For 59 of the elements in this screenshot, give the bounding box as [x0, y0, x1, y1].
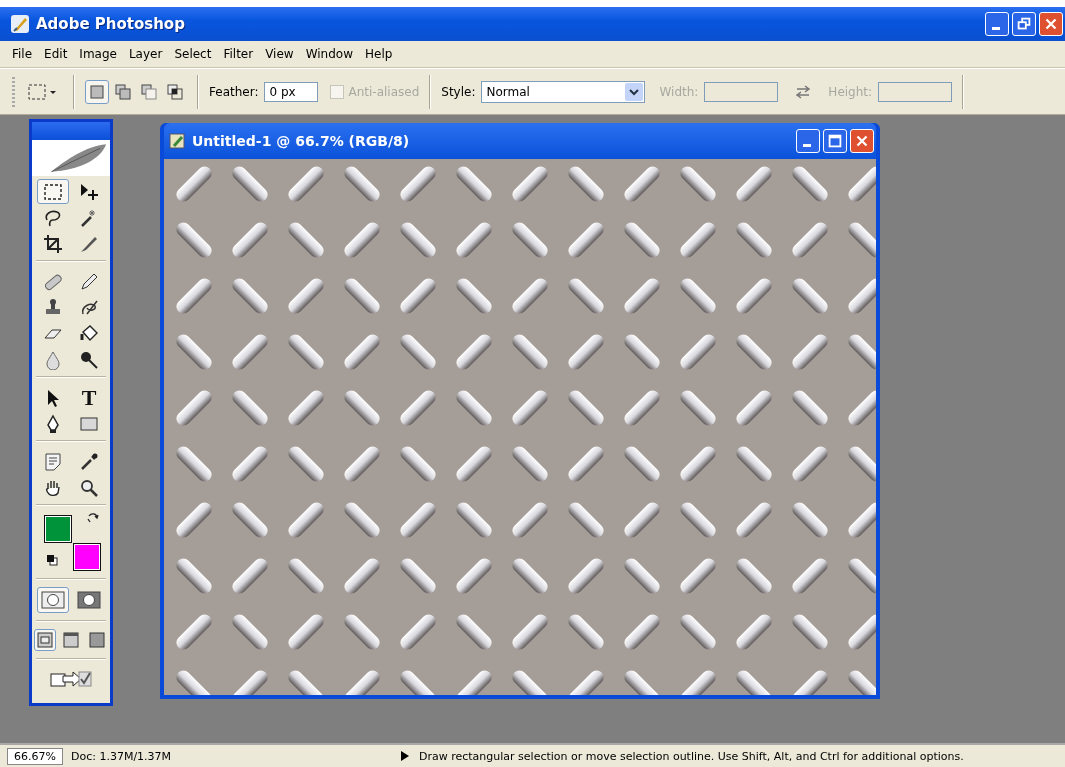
swap-arrows-icon[interactable]: [794, 84, 813, 99]
feather-app-icon: [10, 14, 30, 34]
style-dropdown[interactable]: Normal: [481, 80, 646, 103]
close-button[interactable]: [1039, 12, 1063, 36]
pencil-icon: [79, 271, 99, 292]
swap-colors-icon[interactable]: [87, 512, 99, 524]
menu-item[interactable]: View: [259, 47, 300, 61]
overlapping-squares-icon: [166, 82, 184, 101]
maximize-button[interactable]: [823, 129, 847, 153]
menu-item[interactable]: Filter: [217, 47, 260, 61]
drop-icon: [43, 349, 63, 370]
eyedropper-icon: [79, 451, 99, 472]
document-size-info: Doc: 1.37M/1.37M: [69, 749, 173, 763]
overlapping-squares-icon: [114, 82, 132, 101]
minimize-icon: [991, 27, 1000, 30]
dashed-rectangle-icon: [43, 181, 63, 202]
new-selection-button[interactable]: [85, 79, 109, 104]
toolbar-grip[interactable]: [12, 76, 15, 107]
status-message: Draw rectangular selection or move selection outline. Use Shift, Alt, and Ctrl for additional options.: [418, 749, 964, 763]
full-screen-mode-button[interactable]: [86, 629, 108, 651]
window-title: Adobe Photoshop: [36, 15, 185, 33]
feather-field[interactable]: 0 px: [264, 81, 319, 102]
tool-button[interactable]: [37, 179, 69, 204]
tool-button[interactable]: T: [73, 385, 105, 410]
overlapping-squares-icon: [140, 82, 158, 101]
height-label: Height:: [828, 84, 873, 99]
document-icon: [168, 132, 186, 150]
zoom-level-field[interactable]: 66.67%: [7, 747, 63, 765]
menu-item[interactable]: Select: [168, 47, 218, 61]
close-button[interactable]: [850, 129, 874, 153]
crop-icon: [43, 233, 63, 254]
width-label: Width:: [659, 84, 699, 99]
note-icon: [43, 451, 63, 472]
menu-item[interactable]: Window: [299, 47, 359, 61]
paint-bucket-icon: [79, 323, 99, 344]
full-menu-screen-mode-button[interactable]: [60, 629, 82, 651]
foreground-color-swatch[interactable]: [44, 515, 72, 543]
restore-button[interactable]: [1012, 12, 1036, 36]
minimize-button[interactable]: [796, 129, 820, 153]
play-triangle-icon[interactable]: [400, 751, 409, 761]
menu-item[interactable]: Image: [73, 47, 123, 61]
magnifier-icon: [79, 477, 99, 498]
minimize-icon: [802, 144, 811, 147]
arrow-cross-icon: [79, 181, 99, 202]
menu-item[interactable]: Help: [358, 47, 399, 61]
background-color-swatch[interactable]: [73, 543, 101, 571]
style-label: Style:: [441, 84, 476, 99]
standard-mask-mode-button[interactable]: [37, 587, 69, 613]
square-icon: [88, 82, 106, 101]
menu-item[interactable]: Layer: [122, 47, 169, 61]
menu-item[interactable]: Edit: [38, 47, 74, 61]
chevron-down-icon: [628, 86, 641, 97]
maximize-icon: [826, 132, 844, 150]
minimize-button[interactable]: [985, 12, 1009, 36]
ball-on-stick-icon: [79, 349, 99, 370]
menu-item[interactable]: File: [6, 47, 39, 61]
document-title: Untitled-1 @ 66.7% (RGB/8): [192, 133, 410, 149]
feather-label: Feather:: [209, 84, 259, 99]
standard-screen-mode-button[interactable]: [34, 629, 56, 651]
